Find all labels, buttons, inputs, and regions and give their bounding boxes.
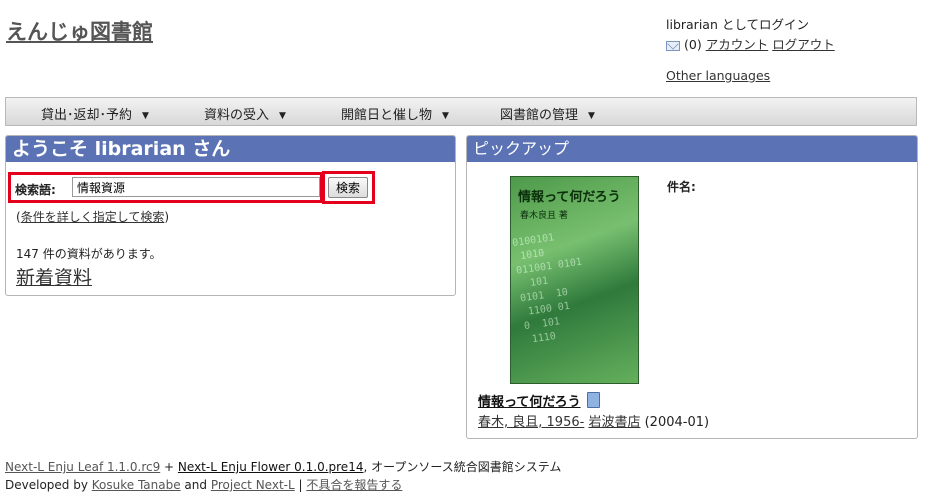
footer-system-text: , オープンソース統合図書館システム [363,460,562,474]
main-menu-bar: 貸出･返却･予約 ▼ 資料の受入 ▼ 開館日と催し物 ▼ 図書館の管理 ▼ [5,97,917,126]
search-button[interactable]: 検索 [328,177,368,198]
logout-link[interactable]: ログアウト [772,37,835,52]
login-status: librarian としてログイン [666,17,809,32]
book-cover-image[interactable]: 情報って何だろう 春木良且 著 0100101 1010 011001 0101… [510,176,639,384]
cover-binary-pattern: 0100101 1010 011001 0101 101 0101 10 110… [511,232,583,347]
search-input[interactable] [72,177,320,197]
caret-down-icon: ▼ [588,110,595,121]
project-link[interactable]: Project Next-L [211,478,295,492]
menu-label: 貸出･返却･予約 [41,108,133,123]
new-arrivals-link[interactable]: 新着資料 [16,263,92,290]
user-links: (0) アカウント ログアウト [666,35,835,55]
search-label: 検索語: [15,183,56,197]
footer-credits: Next-L Enju Leaf 1.1.0.rc9 + Next-L Enju… [5,458,561,475]
welcome-heading: ようこそ librarian さん [6,136,455,162]
menu-acquisition[interactable]: 資料の受入 ▼ [204,104,286,123]
caret-down-icon: ▼ [142,110,149,121]
menu-events[interactable]: 開館日と催し物 ▼ [341,104,449,123]
welcome-panel: ようこそ librarian さん 検索語: 検索 (条件を詳しく指定して検索)… [5,135,456,296]
book-title-link[interactable]: 情報って何だろう [478,395,581,410]
user-box: librarian としてログイン (0) アカウント ログアウト [666,15,835,55]
other-languages-link[interactable]: Other languages [666,68,770,83]
account-link[interactable]: アカウント [706,37,769,52]
mail-icon[interactable] [666,40,680,51]
book-icon [586,392,600,408]
menu-circulation[interactable]: 貸出･返却･予約 ▼ [41,104,149,123]
subject-label: 件名: [667,180,696,194]
caret-down-icon: ▼ [279,110,286,121]
menu-label: 図書館の管理 [500,108,579,123]
cover-title: 情報って何だろう [518,190,621,205]
site-title-link[interactable]: えんじゅ図書館 [6,16,153,46]
footer-separator: | [294,478,307,492]
developed-by-text: Developed by [5,478,92,492]
message-count: (0) [684,37,702,52]
report-bug-link[interactable]: 不具合を報告する [306,478,402,492]
footer-plus: + [160,460,178,474]
publication-date: (2004-01) [644,415,710,430]
author-link[interactable]: 春木, 良且, 1956- [478,415,584,430]
enju-leaf-link[interactable]: Next-L Enju Leaf 1.1.0.rc9 [5,460,160,474]
pickup-book-title: 情報って何だろう [478,391,600,410]
footer-and: and [180,478,211,492]
developer-link[interactable]: Kosuke Tanabe [92,478,181,492]
pickup-panel: ピックアップ 情報って何だろう 春木良且 著 0100101 1010 0110… [466,135,918,439]
advanced-search-link[interactable]: 条件を詳しく指定して検索 [21,210,165,224]
cover-author: 春木良且 著 [520,211,568,221]
pickup-book-meta: 春木, 良且, 1956- 岩波書店 (2004-01) [478,411,709,430]
pickup-heading: ピックアップ [467,136,917,162]
menu-library-admin[interactable]: 図書館の管理 ▼ [500,104,595,123]
publisher-link[interactable]: 岩波書店 [588,415,640,430]
menu-label: 開館日と催し物 [341,108,433,123]
footer-developers: Developed by Kosuke Tanabe and Project N… [5,476,402,493]
resource-count: 147 件の資料があります。 [16,247,162,261]
caret-down-icon: ▼ [442,110,449,121]
menu-label: 資料の受入 [204,108,270,123]
enju-flower-link[interactable]: Next-L Enju Flower 0.1.0.pre14 [178,460,364,474]
advanced-search: (条件を詳しく指定して検索) [16,210,170,224]
